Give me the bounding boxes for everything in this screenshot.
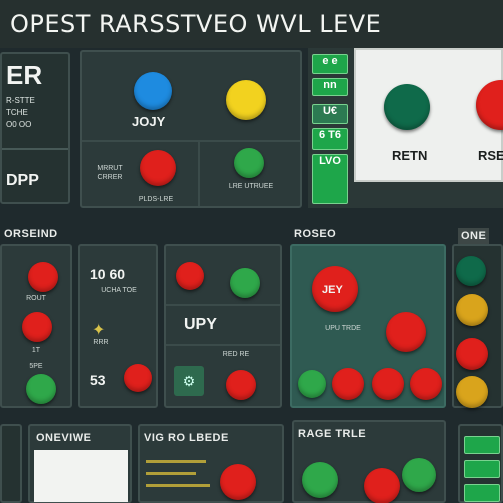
tab-bottom-2[interactable] [464,460,500,478]
left-panel-line-3: O0 OO [6,120,32,129]
dark-green-button[interactable] [384,84,430,130]
red-button-teal-3[interactable] [410,368,442,400]
blue-button[interactable] [134,72,172,110]
yellow-button[interactable] [226,80,266,120]
upy-heading: UPY [184,316,217,333]
divider [82,140,300,142]
counter-sub: UCHA TOE [101,287,137,294]
green-button-range-2[interactable] [402,458,436,492]
tab-5[interactable]: LVO [312,154,348,204]
left-panel-line-1: R-STTE [6,96,35,105]
dark-green-button-1[interactable] [456,256,486,286]
overview-label: ONEVIWE [36,432,92,444]
top-center-panel: JOJY MRRUT CRRER PLDS-LRE LRE UTRUEE [80,50,302,208]
tab-3[interactable]: U€ [312,104,348,124]
joy-label: JOJY [132,114,166,129]
section-right-heading: ONE [458,228,490,244]
counter-value: 10 60 [90,266,126,282]
teal-control-panel: JEY UPU TRDE [290,244,446,408]
green-button-range-1[interactable] [302,462,338,498]
red-button-teal-right[interactable] [386,312,426,352]
divider [166,304,280,306]
red-button-row-2[interactable] [22,312,52,342]
range-label: RAGE TRLE [298,428,367,440]
result-card: RETN RSE [354,48,503,182]
divider [198,142,200,206]
tab-bottom-1[interactable] [464,436,500,454]
red-button-mid[interactable] [124,364,152,392]
divider [166,344,280,346]
jey-label: JEY [322,284,343,296]
level-bar-2 [146,472,196,475]
settings-icon[interactable]: ⚙ [174,366,204,396]
mid-left-panel: ROUT 1T 5PE [0,244,72,408]
far-right-panel [452,244,503,408]
video-label: VIG RO LBEDE [144,432,229,444]
left-panel-footer: DPP [6,172,39,189]
row-label-3: 5PE [29,363,43,370]
left-panel-heading: ER [6,60,43,90]
mid-center-panel: 10 60 UCHA TOE ✦ RRR 53 [78,244,158,408]
red-button-b[interactable] [226,370,256,400]
green-button-a[interactable] [230,268,260,298]
section-left-heading: ORSEIND [4,228,58,240]
card-label-left: RETN [392,148,428,163]
divider [2,148,68,150]
bottom-right-panel [458,424,503,503]
row-label-1: ROUT [26,295,46,302]
green-button-row-3[interactable] [26,374,56,404]
mid-right-small-panel: UPY RED RE ⚙ [164,244,282,408]
section-center-heading: ROSEO [294,228,337,240]
red-button-range[interactable] [364,468,400,503]
red-button-video[interactable] [220,464,256,500]
left-panel-line-2: TCHE [6,108,28,117]
red-re-label: RED RE [222,351,250,358]
caption-right: LRE UTRUEE [228,183,274,190]
right-top-area: e e nn U€ 6 T6 LVO RETN RSE [308,48,503,208]
level-bar-3 [146,484,210,487]
red-button-top[interactable] [140,150,176,186]
tab-1[interactable]: e e [312,54,348,74]
range-panel: RAGE TRLE [292,420,446,503]
overview-panel: ONEVIWE [28,424,132,503]
red-button-teal-2[interactable] [372,368,404,400]
green-button-top[interactable] [234,148,264,178]
page-title: OPEST RARSSTVEO WVL LEVE [0,0,503,48]
level-bar-1 [146,460,206,463]
icon-label: RRR [93,339,109,346]
overview-display [34,450,128,502]
red-button-far[interactable] [456,338,488,370]
red-button-teal-1[interactable] [332,368,364,400]
gold-button-2[interactable] [456,376,488,408]
bottom-left-panel [0,424,22,503]
tab-bottom-3[interactable] [464,484,500,502]
red-button-card[interactable] [476,80,503,130]
red-button-a[interactable] [176,262,204,290]
bottom-value: 53 [90,372,106,388]
star-icon: ✦ [92,322,106,339]
green-button-teal[interactable] [298,370,326,398]
left-status-panel: ER R-STTE TCHE O0 OO DPP [0,52,70,204]
row-label-2: 1T [31,347,41,354]
tab-4[interactable]: 6 T6 [312,128,348,150]
video-panel: VIG RO LBEDE [138,424,284,503]
red-button-row-1[interactable] [28,262,58,292]
card-label-right: RSE [478,148,503,163]
tab-2[interactable]: nn [312,78,348,96]
caption-left: MRRUT CRRER [97,165,123,182]
caption-bottom: PLDS-LRE [138,196,174,203]
teal-caption: UPU TRDE [325,325,361,332]
gold-button-1[interactable] [456,294,488,326]
